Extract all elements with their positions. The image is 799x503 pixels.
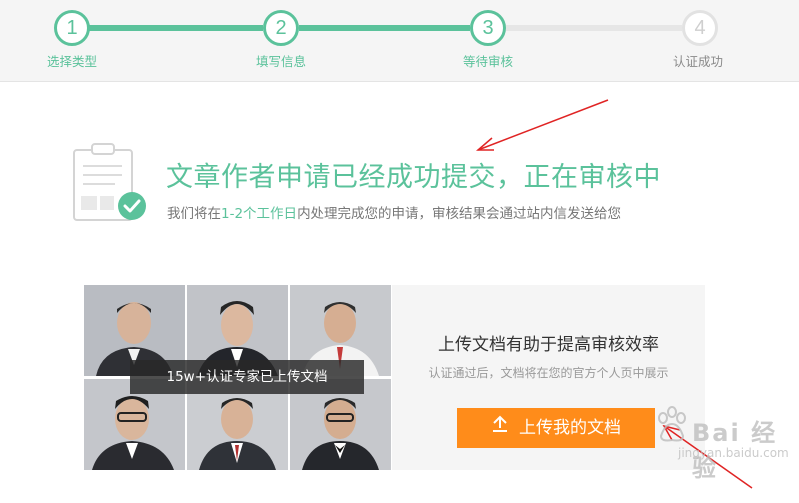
upload-title: 上传文档有助于提高审核效率: [438, 335, 659, 355]
desc-prefix: 我们将在: [167, 206, 221, 222]
step-connector-2: [299, 25, 470, 31]
step-1-number: 1: [54, 10, 90, 46]
upload-arrow-icon: [491, 408, 509, 448]
step-4-number: 4: [682, 10, 718, 46]
expert-photo-grid: 15w+认证专家已上传文档: [84, 285, 392, 470]
baidu-paw-watermark-icon: [655, 406, 689, 444]
upload-promo-panel: 15w+认证专家已上传文档 上传文档有助于提高审核效率 认证通过后，文档将在您的…: [84, 285, 705, 470]
step-4-label: 认证成功: [672, 54, 723, 69]
desc-suffix: 内处理完成您的申请，审核结果会通过站内信发送给您: [297, 206, 622, 222]
upload-subtitle: 认证通过后，文档将在您的官方个人页中展示: [428, 366, 669, 380]
success-title: 文章作者申请已经成功提交，正在审核中: [166, 162, 661, 193]
red-arrow-1-icon: [477, 99, 609, 151]
progress-stepper: 1 2 3 4 选择类型 填写信息 等待审核 认证成功: [0, 0, 799, 82]
step-connector-1: [82, 25, 263, 31]
experts-caption: 15w+认证专家已上传文档: [130, 360, 364, 394]
step-connector-3: [506, 25, 682, 31]
step-2-number: 2: [263, 10, 299, 46]
step-3-number: 3: [470, 10, 506, 46]
step-3-label: 等待审核: [462, 54, 513, 69]
upload-documents-button[interactable]: 上传我的文档: [457, 408, 655, 448]
step-1-label: 选择类型: [46, 54, 97, 69]
success-description: 我们将在1-2个工作日内处理完成您的申请，审核结果会通过站内信发送给您: [167, 202, 621, 222]
step-2-label: 填写信息: [255, 54, 306, 69]
document-check-icon: [70, 140, 150, 224]
watermark-url: jingyan.baidu.com: [678, 446, 789, 460]
desc-highlight: 1-2个工作日: [221, 206, 298, 222]
upload-button-label: 上传我的文档: [519, 418, 621, 438]
